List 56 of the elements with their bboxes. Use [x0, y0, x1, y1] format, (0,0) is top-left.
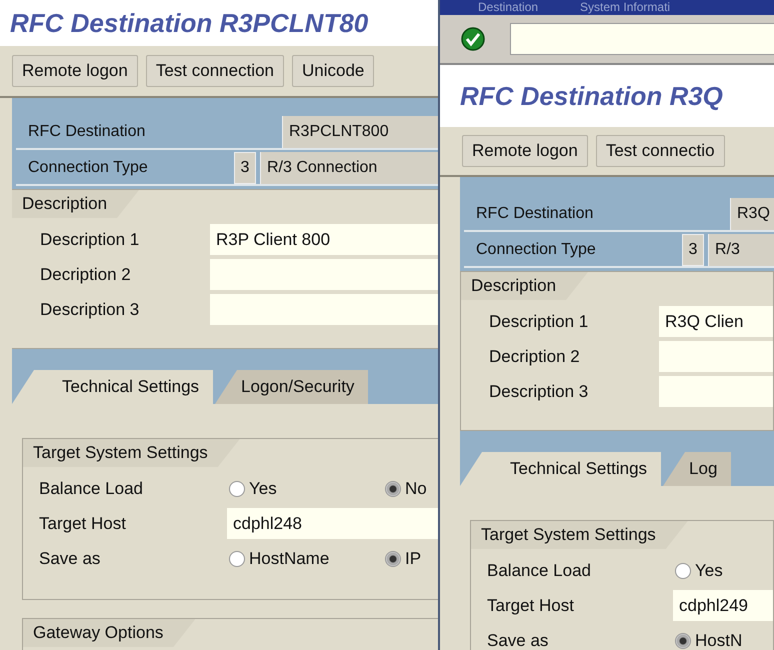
check-icon[interactable]: [460, 26, 486, 52]
toolbar-button[interactable]: Test connectio: [596, 135, 725, 167]
group-title: Gateway Options: [23, 619, 196, 647]
input-field[interactable]: [210, 294, 439, 325]
field-label: Connection Type: [475, 240, 597, 260]
destination-field: R3PCLNT800: [282, 116, 440, 148]
radio-button[interactable]: No: [385, 478, 440, 498]
screen-title: RFC Destination R3PCLNT80: [10, 8, 368, 38]
destination-field: R3Q: [730, 198, 774, 230]
field-label: Target Host: [38, 514, 127, 534]
input-field[interactable]: [659, 341, 773, 372]
type-code-field: 3: [682, 234, 704, 266]
radio-button[interactable]: IP: [385, 548, 440, 568]
input-field[interactable]: cdphl248: [227, 508, 439, 539]
radio-button[interactable]: HostN: [675, 630, 774, 650]
tab[interactable]: Technical Settings: [460, 452, 662, 486]
field-label: Description 3: [39, 300, 140, 320]
field-label: Connection Type: [27, 158, 149, 178]
menu-item[interactable]: System Informati: [580, 0, 670, 15]
screen-title: RFC Destination R3Q: [460, 80, 723, 112]
field-label: Save as: [38, 548, 102, 568]
field-label: Description 3: [488, 382, 590, 402]
toolbar-button[interactable]: Remote logon: [462, 135, 588, 167]
tab[interactable]: Log: [663, 452, 732, 486]
field-label: Description 1: [488, 312, 590, 332]
type-code-field: 3: [234, 152, 256, 184]
radio-button[interactable]: HostName: [229, 548, 383, 568]
connection-type-field: R/3 Connection: [260, 152, 440, 184]
menu-item[interactable]: Destination: [478, 0, 538, 15]
input-field[interactable]: [659, 376, 773, 407]
radio-button[interactable]: Yes: [229, 478, 383, 498]
connection-type-field: R/3: [708, 234, 774, 266]
field-label: Save as: [486, 630, 550, 650]
toolbar-button[interactable]: Unicode: [292, 55, 374, 87]
toolbar-button[interactable]: Remote logon: [12, 55, 138, 87]
group-title: Target System Settings: [471, 521, 688, 549]
field-label: RFC Destination: [475, 204, 594, 224]
field-label: Decription 2: [39, 264, 132, 284]
input-field[interactable]: [210, 259, 439, 290]
radio-button[interactable]: Yes: [675, 560, 774, 580]
field-label: Target Host: [486, 596, 575, 616]
field-label: Balance Load: [486, 560, 592, 580]
group-title: Description: [461, 272, 588, 300]
group-title: Target System Settings: [23, 439, 240, 467]
tab[interactable]: Logon/Security: [215, 370, 368, 404]
input-field[interactable]: R3Q Clien: [659, 306, 773, 337]
toolbar-button[interactable]: Test connection: [146, 55, 284, 87]
field-label: Decription 2: [488, 346, 581, 366]
input-field[interactable]: cdphl249: [673, 590, 773, 621]
input-field[interactable]: R3P Client 800: [210, 224, 439, 255]
group-title: Description: [12, 190, 140, 218]
tab[interactable]: Technical Settings: [12, 370, 214, 404]
command-field[interactable]: [510, 23, 774, 55]
field-label: Balance Load: [38, 478, 144, 498]
field-label: Description 1: [39, 230, 140, 250]
field-label: RFC Destination: [27, 122, 146, 142]
